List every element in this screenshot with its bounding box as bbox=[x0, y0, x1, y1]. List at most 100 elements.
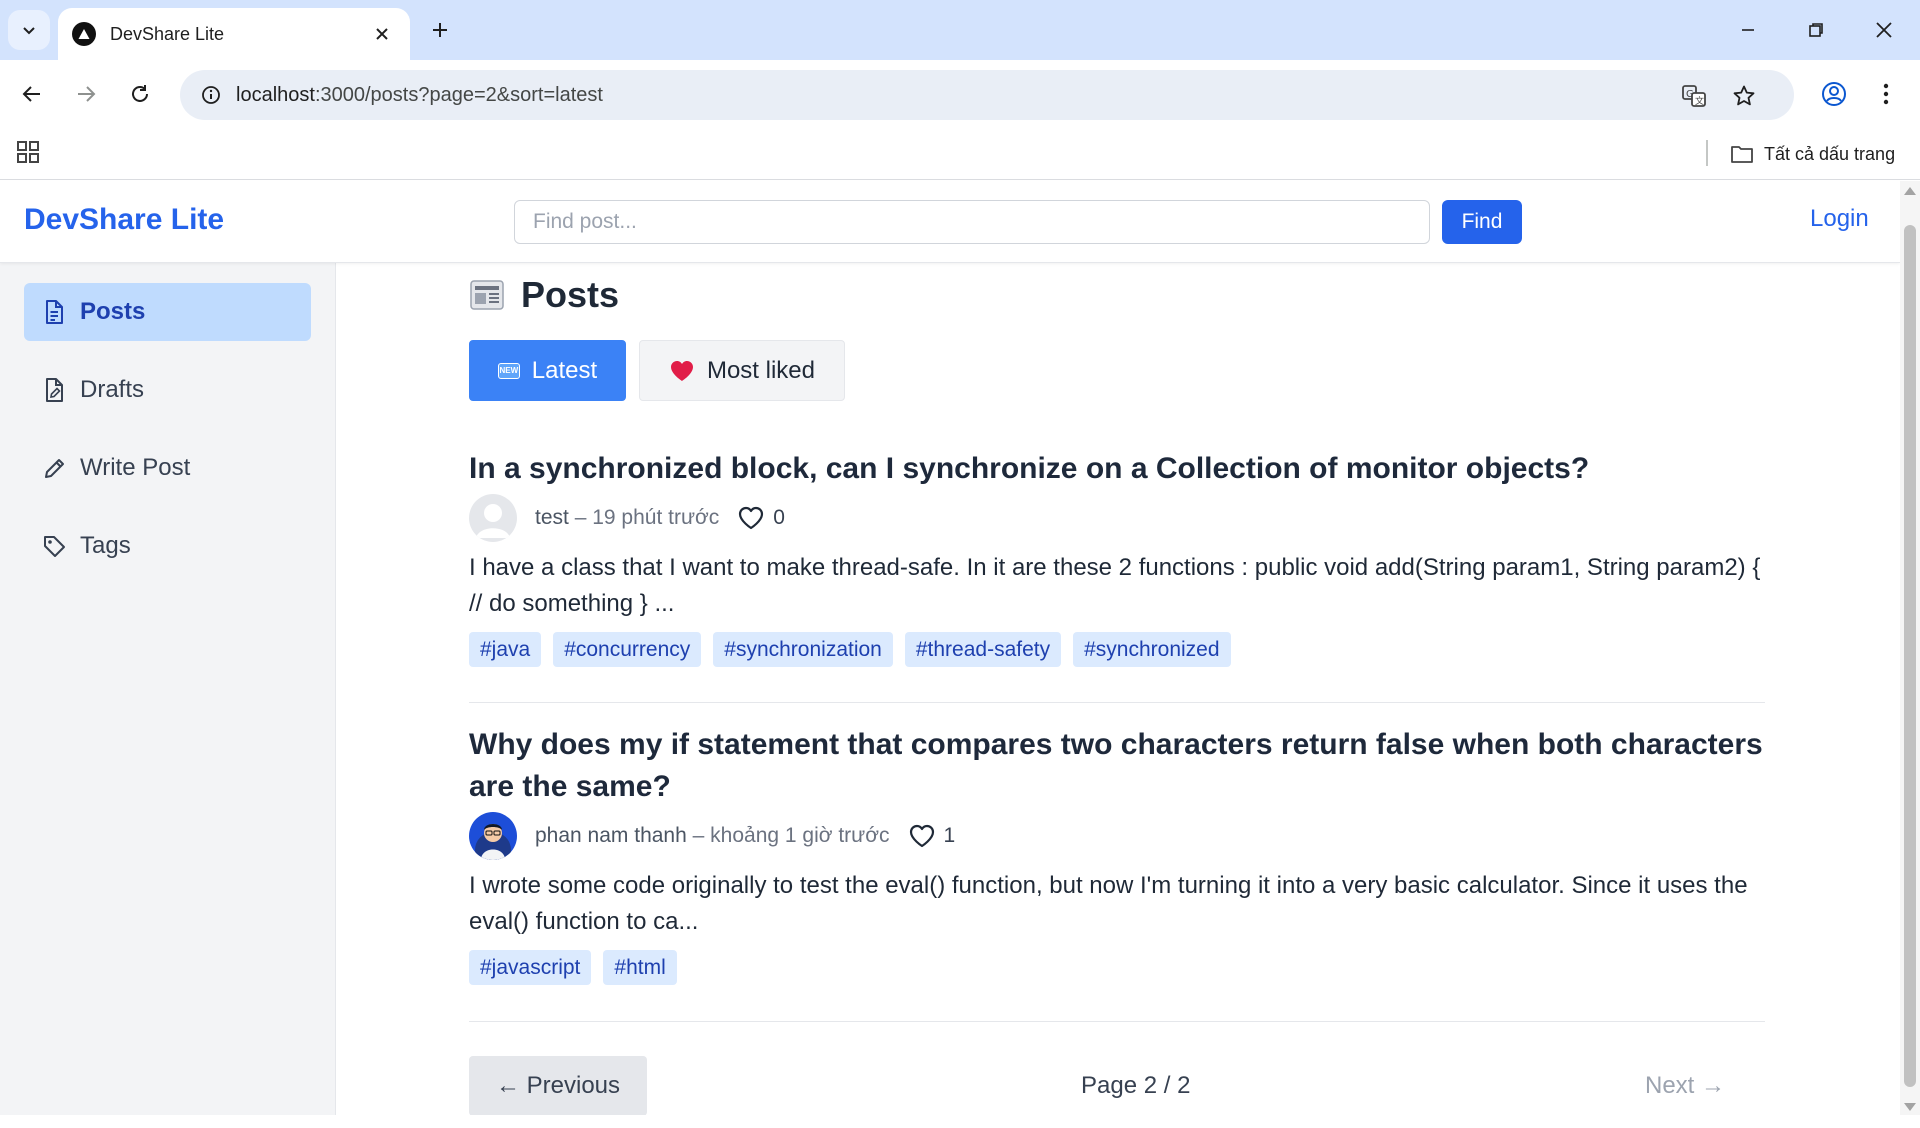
previous-page-button[interactable]: ← Previous bbox=[469, 1056, 647, 1115]
heart-outline-icon bbox=[909, 824, 934, 848]
apps-grid-icon[interactable] bbox=[16, 140, 44, 168]
like-count: 1 bbox=[943, 824, 956, 847]
reload-button[interactable] bbox=[120, 74, 160, 114]
plus-icon bbox=[433, 23, 447, 37]
scrollbar-thumb[interactable] bbox=[1904, 225, 1916, 1087]
profile-button[interactable] bbox=[1814, 74, 1854, 114]
sidebar-item-drafts[interactable]: Drafts bbox=[24, 361, 311, 419]
browser-menu-button[interactable] bbox=[1866, 74, 1906, 114]
sidebar-item-posts[interactable]: Posts bbox=[24, 283, 311, 341]
scroll-down-arrow-icon[interactable] bbox=[1904, 1103, 1916, 1111]
page-title: Posts bbox=[469, 273, 619, 317]
folder-icon bbox=[1731, 146, 1753, 163]
brand-logo[interactable]: DevShare Lite bbox=[24, 203, 224, 237]
post-meta: test – 19 phút trước 0 bbox=[469, 494, 1765, 542]
close-icon bbox=[1876, 22, 1892, 38]
pencil-icon bbox=[45, 459, 64, 478]
sidebar-item-label: Posts bbox=[80, 298, 146, 325]
pagination: ← Previous Page 2 / 2 Next → bbox=[469, 1056, 1765, 1115]
tag-chip[interactable]: #javascript bbox=[469, 950, 592, 985]
sort-most-liked-button[interactable]: Most liked bbox=[639, 340, 845, 401]
tag-chip[interactable]: #thread-safety bbox=[904, 632, 1062, 667]
url-text: localhost:3000/posts?page=2&sort=latest bbox=[236, 83, 603, 106]
translate-icon[interactable]: G文 bbox=[1676, 78, 1712, 114]
sidebar: Posts Drafts Write Post Tags bbox=[0, 263, 336, 1115]
document-icon bbox=[46, 300, 63, 324]
chevron-down-icon bbox=[23, 27, 35, 35]
like-button[interactable]: 1 bbox=[908, 823, 956, 849]
all-bookmarks-label: Tất cả dấu trang bbox=[1764, 143, 1896, 164]
tab-title: DevShare Lite bbox=[110, 23, 225, 44]
login-link[interactable]: Login bbox=[1810, 205, 1869, 233]
close-window-button[interactable] bbox=[1856, 10, 1912, 50]
page-scrollbar[interactable] bbox=[1900, 181, 1920, 1115]
tag-chip[interactable]: #java bbox=[469, 632, 542, 667]
meta-separator: – bbox=[568, 506, 593, 529]
post-time: khoảng 1 giờ trước bbox=[710, 824, 890, 847]
page-viewport: DevShare Lite Find Login Posts Drafts Wr… bbox=[0, 181, 1900, 1115]
post-divider bbox=[469, 1021, 1765, 1022]
find-button[interactable]: Find bbox=[1442, 200, 1522, 244]
post-item: In a synchronized block, can I synchroni… bbox=[469, 448, 1765, 667]
address-bar[interactable]: localhost:3000/posts?page=2&sort=latest … bbox=[180, 70, 1794, 120]
minimize-button[interactable] bbox=[1720, 10, 1776, 50]
like-button[interactable]: 0 bbox=[737, 505, 785, 531]
like-count: 0 bbox=[773, 506, 785, 529]
tag-chip[interactable]: #concurrency bbox=[553, 632, 702, 667]
tag-icon bbox=[44, 536, 65, 557]
page-title-text: Posts bbox=[521, 274, 620, 315]
reload-icon bbox=[132, 85, 148, 102]
sidebar-item-label: Write Post bbox=[80, 454, 191, 481]
tag-chip[interactable]: #synchronization bbox=[713, 632, 893, 667]
next-page-button[interactable]: Next → bbox=[1645, 1072, 1725, 1100]
svg-text:文: 文 bbox=[1695, 95, 1704, 107]
bookmark-star-icon[interactable] bbox=[1726, 78, 1762, 114]
post-author: test bbox=[535, 506, 569, 529]
post-meta: phan nam thanh – khoảng 1 giờ trước 1 bbox=[469, 812, 1765, 860]
newspaper-icon bbox=[470, 280, 504, 310]
browser-toolbar: localhost:3000/posts?page=2&sort=latest … bbox=[0, 60, 1920, 128]
back-button[interactable] bbox=[12, 74, 52, 114]
sidebar-item-write-post[interactable]: Write Post bbox=[24, 439, 311, 497]
draft-icon bbox=[46, 378, 63, 402]
forward-button[interactable] bbox=[66, 74, 106, 114]
sidebar-item-label: Tags bbox=[80, 532, 131, 559]
post-divider bbox=[469, 702, 1765, 703]
meta-separator: – bbox=[686, 824, 711, 847]
new-tab-button[interactable] bbox=[420, 12, 460, 48]
tab-search-button[interactable] bbox=[8, 10, 50, 50]
sidebar-item-tags[interactable]: Tags bbox=[24, 517, 311, 575]
avatar bbox=[469, 494, 517, 542]
post-title[interactable]: Why does my if statement that compares t… bbox=[469, 724, 1765, 808]
heart-icon bbox=[670, 360, 693, 381]
bookmarks-divider bbox=[1706, 140, 1708, 166]
kebab-menu-icon bbox=[1883, 83, 1889, 105]
sort-latest-button[interactable]: NEW Latest bbox=[469, 340, 626, 401]
sidebar-item-label: Drafts bbox=[80, 376, 145, 403]
minimize-icon bbox=[1742, 29, 1754, 31]
close-tab-icon[interactable] bbox=[368, 20, 396, 48]
heart-outline-icon bbox=[739, 506, 764, 530]
scroll-up-arrow-icon[interactable] bbox=[1904, 187, 1916, 195]
tag-chip[interactable]: #synchronized bbox=[1073, 632, 1231, 667]
browser-tab[interactable]: DevShare Lite bbox=[58, 8, 410, 60]
site-info-icon[interactable] bbox=[194, 78, 228, 112]
new-badge-icon: NEW bbox=[497, 362, 520, 379]
post-title[interactable]: In a synchronized block, can I synchroni… bbox=[469, 448, 1765, 490]
post-tags: #javascript #html bbox=[469, 950, 1765, 985]
site-header: DevShare Lite Find Login bbox=[0, 181, 1900, 263]
restore-button[interactable] bbox=[1788, 10, 1844, 50]
avatar bbox=[469, 812, 517, 860]
sort-latest-label: Latest bbox=[531, 356, 598, 384]
post-author: phan nam thanh bbox=[535, 824, 687, 847]
triangle-favicon-icon bbox=[72, 22, 96, 46]
restore-icon bbox=[1809, 23, 1823, 37]
post-time: 19 phút trước bbox=[592, 506, 720, 529]
page-indicator: Page 2 / 2 bbox=[1081, 1072, 1191, 1099]
account-circle-icon bbox=[1822, 82, 1846, 106]
search-input[interactable] bbox=[514, 200, 1430, 244]
all-bookmarks-button[interactable]: Tất cả dấu trang bbox=[1730, 138, 1895, 170]
post-tags: #java #concurrency #synchronization #thr… bbox=[469, 632, 1765, 667]
arrow-right-icon bbox=[78, 86, 96, 102]
tag-chip[interactable]: #html bbox=[603, 950, 677, 985]
